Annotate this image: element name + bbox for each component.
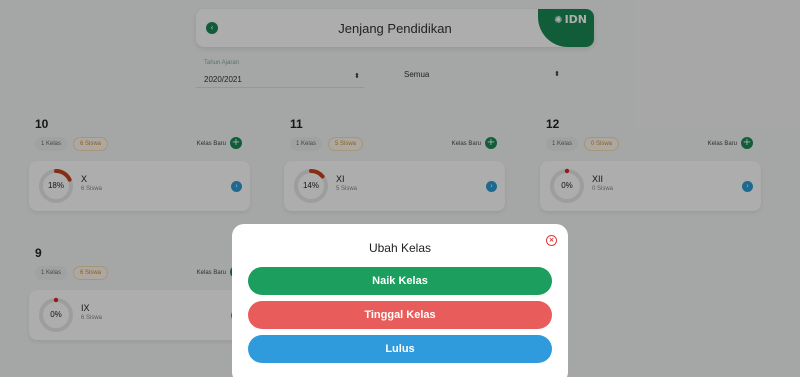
change-class-modal: Ubah Kelas × Naik Kelas Tinggal Kelas Lu… — [232, 224, 568, 377]
graduate-button[interactable]: Lulus — [248, 335, 552, 363]
close-icon[interactable]: × — [546, 235, 557, 246]
promote-class-button[interactable]: Naik Kelas — [248, 267, 552, 295]
repeat-class-button[interactable]: Tinggal Kelas — [248, 301, 552, 329]
modal-title: Ubah Kelas — [368, 241, 432, 255]
